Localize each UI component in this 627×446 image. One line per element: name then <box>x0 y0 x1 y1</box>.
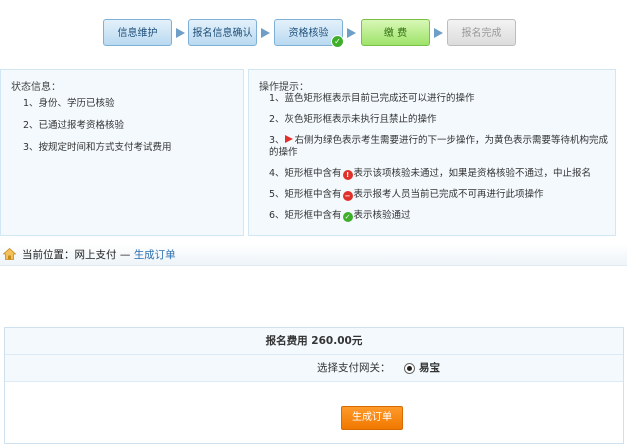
tip-text: 表示报考人员当前已完成不可再进行此项操作 <box>353 189 544 200</box>
step-qualification-check[interactable]: 资格核验 ✓ <box>274 19 344 48</box>
tip-text: 表示核验通过 <box>353 210 411 221</box>
breadcrumb-prefix: 当前位置： <box>22 249 75 261</box>
exclamation-icon: ! <box>342 170 353 180</box>
step-arrow-icon <box>261 28 270 38</box>
tip-text: 3、 <box>269 135 285 146</box>
step-arrow-icon <box>347 28 356 38</box>
home-icon <box>3 248 16 260</box>
step-arrow-icon <box>176 28 185 38</box>
breadcrumb-section: 网上支付 <box>74 249 117 261</box>
submit-row: 生成订单 <box>5 382 623 443</box>
status-item: 2、已通过报考资格核验 <box>23 120 125 131</box>
gateway-radio[interactable] <box>404 363 415 374</box>
breadcrumb: 当前位置：网上支付 — 生成订单 <box>0 244 627 266</box>
step-info-maintenance[interactable]: 信息维护 <box>103 19 172 46</box>
step-progress-bar: 信息维护 报名信息确认 资格核验 ✓ 缴 费 报名完成 <box>0 0 627 64</box>
tip-text: 右侧为绿色表示考生需要进行的下一步操作，为黄色表示需要等待机构完成的操作 <box>269 135 609 158</box>
gateway-label: 选择支付网关： <box>317 362 391 374</box>
tip-text: 表示该项核验未通过，如果是资格核验不通过，中止报名 <box>353 168 592 179</box>
tip-text: 2、灰色矩形框表示未执行且禁止的操作 <box>269 114 437 125</box>
fee-row: 报名费用 260.00元 <box>5 328 623 355</box>
check-pass-icon: ✓ <box>331 35 344 48</box>
step-registration-complete: 报名完成 <box>447 19 516 46</box>
scrollbar[interactable] <box>620 0 627 240</box>
tip-text: 1、蓝色矩形框表示目前已完成还可以进行的操作 <box>269 93 475 104</box>
tip-text: 5、矩形框中含有 <box>269 189 342 200</box>
payment-form: 报名费用 260.00元 选择支付网关： 易宝 生成订单 <box>4 327 624 444</box>
tip-text: 6、矩形框中含有 <box>269 210 342 221</box>
fee-amount: 报名费用 260.00元 <box>265 335 363 347</box>
step-payment[interactable]: 缴 费 <box>361 19 430 46</box>
minus-icon: − <box>342 191 353 201</box>
breadcrumb-current[interactable]: 生成订单 <box>134 249 176 261</box>
tip-item: 4、矩形框中含有! 表示该项核验未通过，如果是资格核验不通过，中止报名 <box>249 168 615 180</box>
generate-order-button[interactable]: 生成订单 <box>341 406 403 430</box>
tip-item: 6、矩形框中含有 ✓ 表示核验通过 <box>249 210 615 222</box>
tip-item: 5、矩形框中含有 − 表示报考人员当前已完成不可再进行此项操作 <box>249 189 615 201</box>
tip-text: 4、矩形框中含有 <box>269 168 342 179</box>
check-icon: ✓ <box>342 212 353 222</box>
breadcrumb-separator: — <box>116 249 134 261</box>
red-arrow-icon <box>284 135 293 143</box>
step-registration-confirm[interactable]: 报名信息确认 <box>188 19 257 46</box>
tip-item: 2、灰色矩形框表示未执行且禁止的操作 <box>249 114 615 126</box>
tip-item: 1、蓝色矩形框表示目前已完成还可以进行的操作 <box>249 93 615 105</box>
step-arrow-icon <box>434 28 443 38</box>
gateway-option-label[interactable]: 易宝 <box>419 355 440 382</box>
operation-tips-panel: 操作提示： 1、蓝色矩形框表示目前已完成还可以进行的操作 2、灰色矩形框表示未执… <box>248 69 616 236</box>
step-qualification-check-label: 资格核验 <box>288 28 329 39</box>
operation-tips-title: 操作提示： <box>259 82 309 93</box>
tip-item: 3、 右侧为绿色表示考生需要进行的下一步操作，为黄色表示需要等待机构完成的操作 <box>249 135 615 159</box>
status-info-title: 状态信息： <box>11 82 61 93</box>
status-item: 1、身份、学历已核验 <box>23 98 115 109</box>
status-info-panel: 状态信息： 1、身份、学历已核验 2、已通过报考资格核验 3、按规定时间和方式支… <box>0 69 244 236</box>
status-item: 3、按规定时间和方式支付考试费用 <box>23 142 172 153</box>
gateway-row: 选择支付网关： 易宝 <box>5 355 623 382</box>
